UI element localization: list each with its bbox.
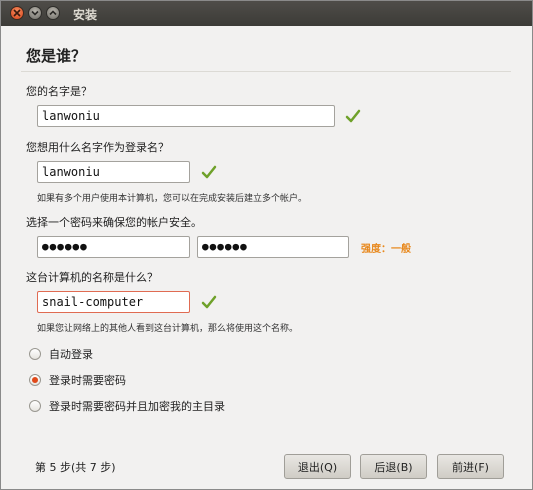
confirm-password-field[interactable]: ●●●●●● (197, 236, 349, 258)
computer-name-label: 这台计算机的名称是什么？ (26, 271, 158, 284)
login-name-field[interactable]: lanwoniu (37, 161, 190, 183)
close-icon[interactable] (10, 6, 24, 20)
name-field[interactable]: lanwoniu (37, 105, 335, 127)
installer-window: 安装 您是谁？ 您的名字是？ lanwoniu 您想用什么名字作为登录名？ la… (0, 0, 533, 490)
radio-label: 登录时需要密码并且加密我的主目录 (49, 400, 225, 413)
check-icon (201, 165, 217, 179)
title-divider (21, 71, 511, 72)
minimize-icon[interactable] (28, 6, 42, 20)
radio-require-password[interactable]: 登录时需要密码 (29, 372, 126, 388)
step-indicator: 第 5 步(共 7 步) (35, 461, 116, 474)
login-name-label: 您想用什么名字作为登录名？ (26, 141, 169, 154)
password-label: 选择一个密码来确保您的帐户安全。 (26, 216, 202, 229)
check-icon (345, 109, 361, 123)
window-title: 安装 (73, 8, 98, 22)
computer-name-hint: 如果您让网络上的其他人看到这台计算机，那么将使用这个名称。 (37, 324, 299, 334)
radio-label: 登录时需要密码 (49, 374, 126, 387)
title-bar: 安装 (1, 1, 532, 26)
check-icon (201, 295, 217, 309)
radio-button[interactable] (29, 400, 41, 412)
radio-button[interactable] (29, 374, 41, 386)
page-title: 您是谁？ (26, 47, 87, 65)
computer-name-field[interactable]: snail-computer (37, 291, 190, 313)
radio-auto-login[interactable]: 自动登录 (29, 346, 93, 362)
login-name-hint: 如果有多个用户使用本计算机，您可以在完成安装后建立多个帐户。 (37, 194, 308, 204)
radio-label: 自动登录 (49, 348, 93, 361)
quit-button[interactable]: 退出(Q) (284, 454, 351, 479)
radio-button[interactable] (29, 348, 41, 360)
maximize-icon[interactable] (46, 6, 60, 20)
password-strength: 强度：一般 (361, 244, 411, 255)
radio-selected-dot (32, 377, 38, 383)
password-field[interactable]: ●●●●●● (37, 236, 190, 258)
radio-encrypt-home[interactable]: 登录时需要密码并且加密我的主目录 (29, 398, 225, 414)
back-button[interactable]: 后退(B) (360, 454, 427, 479)
name-label: 您的名字是？ (26, 85, 92, 98)
forward-button[interactable]: 前进(F) (437, 454, 504, 479)
